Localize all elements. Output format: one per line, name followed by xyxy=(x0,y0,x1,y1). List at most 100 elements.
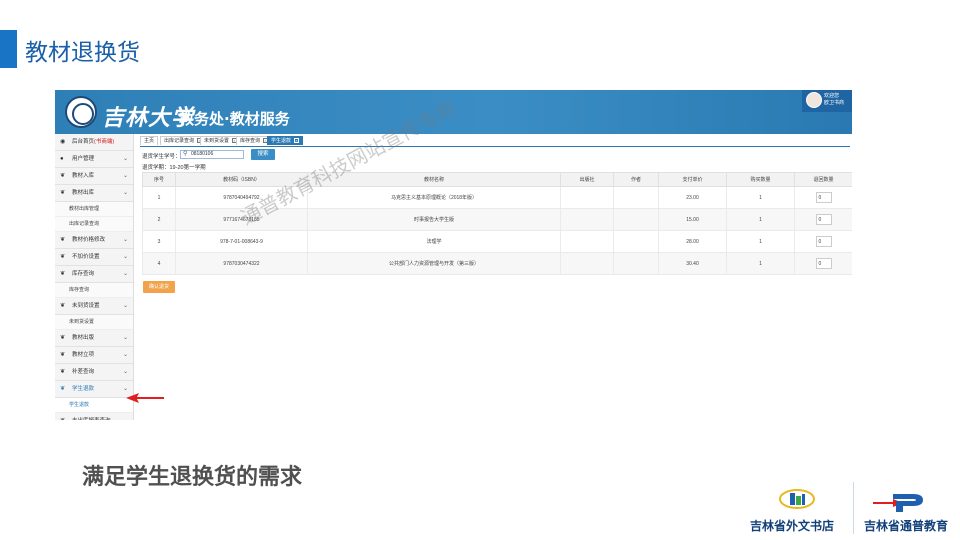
return-qty-input[interactable]: 0 xyxy=(815,236,832,247)
sidebar-subitem[interactable]: 学生退款 xyxy=(55,398,133,413)
red-pointer-arrow-icon xyxy=(126,393,164,403)
tab[interactable]: 学生退款 × xyxy=(267,136,304,145)
table-cell-name: 时事报告大学生版 xyxy=(307,208,561,231)
sidebar-menu: ● 用户管理 ⌄ ❦ 教材入库 ⌄ ❦ 教材出库 ⌄ 教材出库管理 出库记录查询 ❦ 教材价格修改 ⌄ ❦ 不… xyxy=(55,151,133,420)
table-cell-isbn: 978-7-01-008643-9 xyxy=(175,230,308,253)
tab[interactable]: 主页 xyxy=(140,136,159,145)
table-cell-qty: 1 xyxy=(726,186,795,209)
confirm-return-button[interactable]: 确认退货 xyxy=(143,281,175,293)
users-icon: ● xyxy=(60,156,64,162)
leaf-icon: ❦ xyxy=(60,369,66,375)
sidebar-subitem-label: 库存查询 xyxy=(69,287,90,293)
tongpu-label: 吉林省通普教育 xyxy=(864,519,949,533)
table-cell-author xyxy=(613,230,659,253)
sidebar-item[interactable]: ❦ 教材价格修改 ⌄ xyxy=(55,232,133,249)
table-cell-no: 1 xyxy=(142,186,176,209)
column-header: 出版社 xyxy=(560,172,614,187)
column-header: 作者 xyxy=(613,172,659,187)
app-screenshot: 吉林大学 教务处·教材服务 欢迎您 欧卫书商 ◉ 后台首页(书商端) ● 用户管理… xyxy=(55,90,852,420)
student-id-search-input[interactable]: ⚲ 08180106 xyxy=(180,150,244,159)
bookstore-logo xyxy=(779,489,815,509)
sidebar-item[interactable]: ❦ 未到货设置 ⌄ xyxy=(55,298,133,315)
sidebar-item[interactable]: ❦ 教材入库 ⌄ xyxy=(55,168,133,185)
sidebar-subitem[interactable]: 出库记录查询 xyxy=(55,217,133,232)
chevron-down-icon: ⌄ xyxy=(122,369,128,375)
table-cell-publisher xyxy=(560,230,614,253)
search-button[interactable]: 搜索 xyxy=(251,149,275,160)
table-cell-price: 28.00 xyxy=(658,230,727,253)
sidebar-item-label: 教材价格修改 xyxy=(72,237,106,243)
title-accent-bar xyxy=(0,30,17,68)
table-cell-qty: 1 xyxy=(726,230,795,253)
chevron-down-icon: ⌄ xyxy=(122,271,128,277)
sidebar-item-label: 未到货设置 xyxy=(72,303,100,309)
table-cell-return-qty: 0 xyxy=(794,186,852,209)
user-name: 欧卫书商 xyxy=(824,100,845,106)
sidebar-item[interactable]: ❦ 未出库报表查询 ⌄ xyxy=(55,413,133,420)
sidebar: ◉ 后台首页(书商端) ● 用户管理 ⌄ ❦ 教材入库 ⌄ ❦ 教材出库 ⌄ 教材出库管理出库记录… xyxy=(55,134,134,420)
sidebar-item-label: 未出库报表查询 xyxy=(72,418,111,420)
chevron-down-icon: ⌄ xyxy=(122,254,128,260)
sidebar-item[interactable]: ❦ 补差查询 ⌄ xyxy=(55,364,133,381)
table-cell-price: 23.00 xyxy=(658,186,727,209)
sidebar-item-label: 教材立项 xyxy=(72,352,95,358)
sidebar-item[interactable]: ❦ 学生退款 ⌄ xyxy=(55,381,133,398)
sidebar-item-home[interactable]: ◉ 后台首页(书商端) xyxy=(55,134,133,151)
sidebar-subitem[interactable]: 教材出库管理 xyxy=(55,202,133,217)
leaf-icon: ❦ xyxy=(60,418,65,420)
return-qty-input[interactable]: 0 xyxy=(815,214,832,225)
table-cell-author xyxy=(613,252,659,275)
sidebar-item-label: 库存查询 xyxy=(72,271,95,277)
column-header: 支付单价 xyxy=(658,172,727,187)
column-header: 购买数量 xyxy=(726,172,795,187)
table-cell-author xyxy=(613,186,659,209)
brand-system-name: 教务处·教材服务 xyxy=(179,110,290,128)
user-welcome: 欢迎您 xyxy=(824,93,840,99)
tab-label: 主页 xyxy=(144,138,155,144)
search-input-value: 08180106 xyxy=(191,151,214,157)
sidebar-subitem-label: 教材出库管理 xyxy=(69,206,100,212)
column-header: 退回数量 xyxy=(794,172,852,187)
sidebar-subitem-label: 未到货设置 xyxy=(69,319,95,325)
sidebar-subitem[interactable]: 库存查询 xyxy=(55,283,133,298)
sidebar-item-label: 教材出库 xyxy=(72,190,95,196)
table-row: 4 9787030474322 公共部门人力资源管理与开发（第三版） 30.40 1 0 xyxy=(142,252,852,275)
return-qty-input[interactable]: 0 xyxy=(815,258,832,269)
leaf-icon: ❦ xyxy=(60,335,66,341)
sidebar-item[interactable]: ❦ 教材出版 ⌄ xyxy=(55,330,133,347)
university-seal-icon xyxy=(65,96,97,128)
sidebar-subitem[interactable]: 未到货设置 xyxy=(55,315,133,330)
leaf-icon: ❦ xyxy=(60,173,66,179)
return-qty-input[interactable]: 0 xyxy=(815,192,832,203)
sidebar-item-label: 用户管理 xyxy=(72,156,95,162)
table-cell-name: 马克思主义基本原理概论（2018年版） xyxy=(307,186,561,209)
sidebar-item[interactable]: ❦ 不加价设置 ⌄ xyxy=(55,249,133,266)
table-row: 3 978-7-01-008643-9 法理学 28.00 1 0 xyxy=(142,230,852,253)
table-cell-no: 3 xyxy=(142,230,176,253)
table-header: 序号 教材码（ISBN） 教材名称 出版社 作者 支付单价 购买数量 退回数量 xyxy=(142,172,852,187)
tab-label: 库存查询 xyxy=(240,138,261,144)
leaf-icon: ❦ xyxy=(60,237,66,243)
sidebar-item[interactable]: ❦ 教材出库 ⌄ xyxy=(55,185,133,202)
chevron-down-icon: ⌄ xyxy=(122,335,128,341)
close-icon[interactable]: × xyxy=(294,138,300,144)
sidebar-item[interactable]: ❦ 教材立项 ⌄ xyxy=(55,347,133,364)
sidebar-item-label: 学生退款 xyxy=(72,386,95,392)
tab[interactable]: 未到货设置 × xyxy=(200,136,242,145)
logo-divider xyxy=(853,482,854,534)
dashboard-icon: ◉ xyxy=(60,139,66,145)
tab-bar: 主页出库记录查询×未到货设置×库存查询×学生退款× xyxy=(140,136,850,147)
search-label: 退货学生学号： xyxy=(142,154,181,160)
chevron-down-icon: ⌄ xyxy=(123,413,128,420)
table-cell-price: 30.40 xyxy=(658,252,727,275)
user-box[interactable]: 欢迎您 欧卫书商 xyxy=(802,90,852,112)
sidebar-item-label: 教材入库 xyxy=(72,173,95,179)
avatar[interactable] xyxy=(806,92,822,108)
table-cell-return-qty: 0 xyxy=(794,230,852,253)
sidebar-item[interactable]: ● 用户管理 ⌄ xyxy=(55,151,133,168)
sidebar-item[interactable]: ❦ 库存查询 ⌄ xyxy=(55,266,133,283)
leaf-icon: ❦ xyxy=(60,190,66,196)
table-cell-name: 公共部门人力资源管理与开发（第三版） xyxy=(307,252,561,275)
table-cell-qty: 1 xyxy=(726,208,795,231)
sidebar-home-hint: (书商端) xyxy=(94,139,115,145)
